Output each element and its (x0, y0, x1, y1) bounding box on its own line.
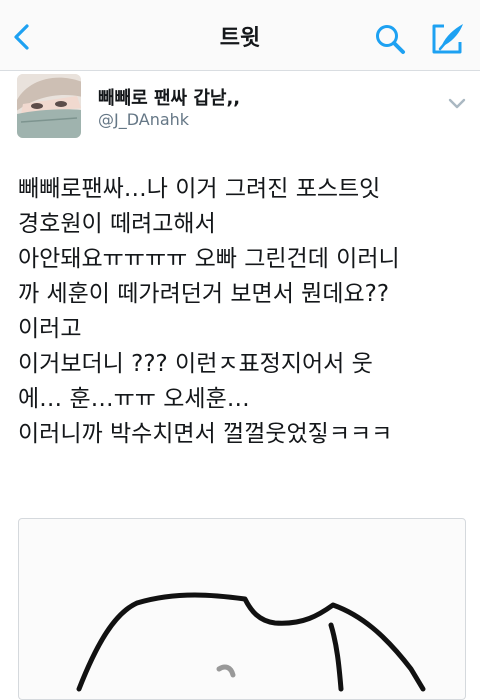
tweet-header: 빼빼로 팬싸 갑낟,, @J_DAnahk (0, 70, 480, 150)
avatar[interactable] (17, 74, 81, 138)
sketch-image (76, 592, 426, 692)
display-name[interactable]: 빼빼로 팬싸 갑낟,, (98, 84, 240, 110)
tweet-text: 빼빼로팬싸…나 이거 그려진 포스트잇 경호원이 떼려고해서 아안돼요ㅠㅠㅠㅠ … (18, 172, 474, 452)
tweet-text-line: 까 세훈이 떼가려던거 보면서 뭔데요?? (18, 281, 390, 307)
page-title: 트윗 (219, 26, 261, 51)
tweet-text-line: 이러고 (18, 316, 82, 342)
search-icon[interactable] (372, 22, 408, 58)
chevron-down-icon[interactable] (446, 94, 468, 112)
tweet-text-line: 경호원이 떼려고해서 (18, 211, 216, 237)
compose-icon[interactable] (428, 20, 466, 58)
navigation-bar: 트윗 (0, 0, 480, 71)
tweet-text-line: 에… 훈…ㅠㅠ 오세훈… (18, 386, 250, 412)
user-handle[interactable]: @J_DAnahk (98, 110, 189, 129)
tweet-text-line: 아안돼요ㅠㅠㅠㅠ 오빠 그린건데 이러니 (18, 246, 400, 272)
tweet-text-line: 이거보더니 ??? 이런ㅈ표정지어서 웃 (18, 351, 373, 377)
tweet-text-line: 이러니까 박수치면서 껄껄웃었짛ㅋㅋㅋ (18, 421, 393, 447)
tweet-media-image[interactable] (18, 518, 466, 700)
tweet-text-line: 빼빼로팬싸…나 이거 그려진 포스트잇 (18, 176, 381, 202)
